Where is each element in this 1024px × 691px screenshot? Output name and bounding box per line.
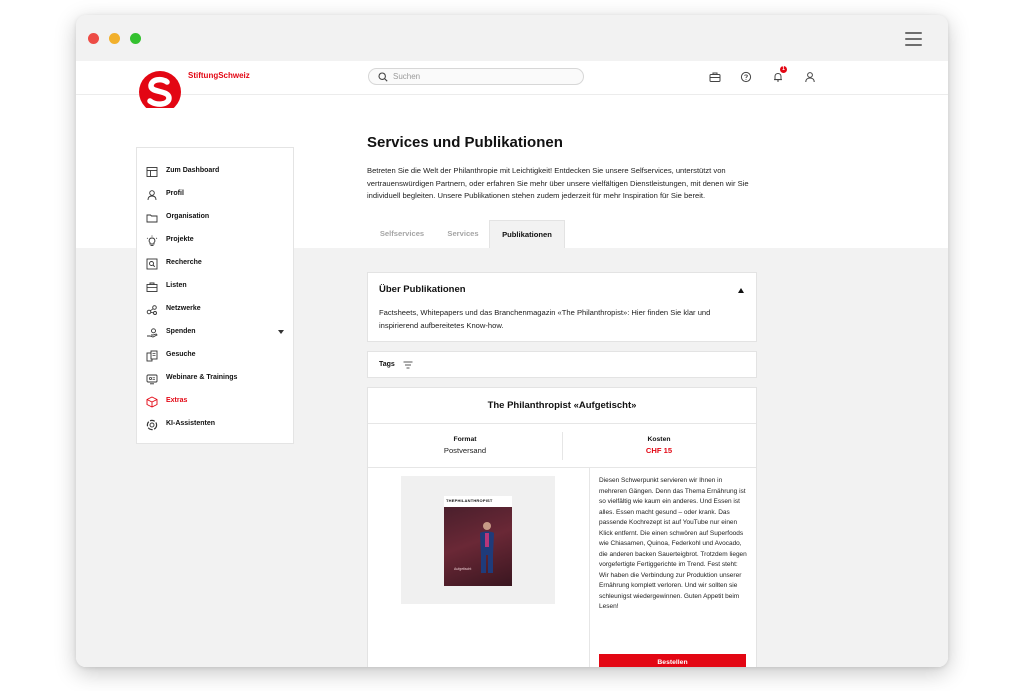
format-value: Postversand bbox=[443, 446, 487, 455]
about-publications-card: Über Publikationen Factsheets, Whitepape… bbox=[367, 272, 757, 342]
sidebar-item-label: Spenden bbox=[166, 328, 196, 335]
stiftungschweiz-logo[interactable] bbox=[136, 70, 184, 108]
briefcase-icon[interactable] bbox=[709, 71, 721, 83]
network-icon bbox=[146, 305, 157, 315]
publication-description: Diesen Schwerpunkt servieren wir Ihnen i… bbox=[599, 477, 747, 610]
lightbulb-icon bbox=[146, 235, 158, 246]
documents-icon bbox=[146, 350, 158, 362]
dashboard-icon bbox=[146, 167, 158, 177]
sidebar-item-label: KI-Assistenten bbox=[166, 420, 216, 427]
sidebar-item-label: Listen bbox=[166, 282, 187, 289]
sidebar-item-profil[interactable]: Profil bbox=[137, 185, 293, 205]
web-page: StiftungSchweiz Suchen 1 Zum Dashboard P… bbox=[76, 61, 948, 667]
sidebar-item-label: Profil bbox=[166, 190, 184, 197]
tab-selfservices[interactable]: Selfservices bbox=[367, 220, 437, 248]
magazine-caption: Aufgetischt bbox=[454, 567, 472, 571]
ai-icon bbox=[146, 419, 158, 431]
sidebar-item-label: Webinare & Trainings bbox=[166, 374, 238, 381]
magazine-masthead: THEPHILANTHROPIST bbox=[446, 498, 493, 503]
sidebar-item-projekte[interactable]: Projekte bbox=[137, 231, 293, 251]
sidebar-item-dashboard[interactable]: Zum Dashboard bbox=[137, 162, 293, 182]
tab-publikationen[interactable]: Publikationen bbox=[489, 220, 565, 248]
maximize-window-button[interactable] bbox=[130, 33, 141, 44]
chevron-down-icon[interactable] bbox=[278, 330, 284, 334]
webinar-icon bbox=[146, 374, 158, 385]
intro-text: Betreten Sie die Welt der Philanthropie … bbox=[367, 166, 749, 200]
magazine-cover-image[interactable]: THEPHILANTHROPIST Aufgetischt bbox=[444, 496, 512, 586]
tab-services[interactable]: Services bbox=[437, 220, 489, 248]
window-titlebar bbox=[76, 15, 948, 61]
sidebar-item-gesuche[interactable]: Gesuche bbox=[137, 346, 293, 366]
cover-photo: Aufgetischt bbox=[444, 507, 512, 586]
cube-icon bbox=[146, 396, 158, 408]
search-bar[interactable] bbox=[368, 68, 584, 85]
sidebar-item-spenden[interactable]: Spenden bbox=[137, 323, 293, 343]
sidebar-item-organisation[interactable]: Organisation bbox=[137, 208, 293, 228]
search-icon bbox=[378, 72, 388, 82]
sidebar-item-label: Extras bbox=[166, 397, 188, 404]
sidebar-navigation: Zum Dashboard Profil Organisation Projek… bbox=[136, 147, 294, 444]
format-column: Format Postversand bbox=[368, 436, 562, 455]
folder-icon bbox=[146, 214, 158, 223]
sidebar-item-label: Projekte bbox=[166, 236, 194, 243]
search-input[interactable] bbox=[393, 70, 573, 83]
collapse-caret-icon[interactable] bbox=[738, 288, 744, 293]
minimize-window-button[interactable] bbox=[109, 33, 120, 44]
notification-badge: 1 bbox=[780, 66, 787, 73]
user-icon[interactable] bbox=[804, 71, 816, 83]
top-navigation-bar: StiftungSchweiz Suchen 1 bbox=[76, 61, 948, 108]
list-icon bbox=[146, 282, 158, 292]
tags-filter-card[interactable]: Tags bbox=[367, 351, 757, 378]
filter-icon[interactable] bbox=[403, 361, 413, 369]
close-window-button[interactable] bbox=[88, 33, 99, 44]
help-icon[interactable] bbox=[740, 71, 752, 83]
search-box-icon bbox=[146, 258, 158, 270]
sidebar-item-webinare[interactable]: Webinare & Trainings bbox=[137, 369, 293, 389]
user-icon bbox=[147, 190, 157, 201]
publication-card: The Philanthropist «Aufgetischt» Format … bbox=[367, 387, 757, 667]
divider bbox=[589, 468, 590, 667]
cost-label: Kosten bbox=[647, 436, 671, 443]
browser-window: StiftungSchweiz Suchen 1 Zum Dashboard P… bbox=[76, 15, 948, 667]
publication-title: The Philanthropist «Aufgetischt» bbox=[487, 400, 637, 411]
person-figure bbox=[480, 522, 494, 573]
menu-icon[interactable] bbox=[905, 32, 922, 46]
sidebar-item-label: Gesuche bbox=[166, 351, 196, 358]
order-button[interactable]: Bestellen bbox=[599, 654, 746, 667]
donate-icon bbox=[147, 328, 158, 338]
page-title: Services und Publikationen bbox=[367, 134, 563, 151]
format-label: Format bbox=[453, 436, 477, 443]
sidebar-item-ki-assistenten[interactable]: KI-Assistenten bbox=[137, 415, 293, 435]
cover-image-frame: THEPHILANTHROPIST Aufgetischt bbox=[401, 476, 555, 604]
tags-label: Tags bbox=[379, 361, 395, 368]
about-text: Factsheets, Whitepapers und das Branchen… bbox=[379, 308, 711, 330]
sidebar-item-extras[interactable]: Extras bbox=[137, 392, 293, 412]
sidebar-item-recherche[interactable]: Recherche bbox=[137, 254, 293, 274]
about-title[interactable]: Über Publikationen bbox=[379, 284, 466, 295]
cost-value: CHF 15 bbox=[645, 446, 673, 455]
sidebar-item-label: Zum Dashboard bbox=[166, 167, 220, 174]
cost-column: Kosten CHF 15 bbox=[562, 436, 756, 455]
brand-name[interactable]: StiftungSchweiz bbox=[188, 71, 250, 80]
sidebar-item-netzwerke[interactable]: Netzwerke bbox=[137, 300, 293, 320]
sidebar-item-label: Organisation bbox=[166, 213, 210, 220]
divider bbox=[368, 423, 756, 424]
sidebar-item-listen[interactable]: Listen bbox=[137, 277, 293, 297]
sidebar-item-label: Netzwerke bbox=[166, 305, 201, 312]
sidebar-item-label: Recherche bbox=[166, 259, 202, 266]
divider bbox=[368, 467, 756, 468]
